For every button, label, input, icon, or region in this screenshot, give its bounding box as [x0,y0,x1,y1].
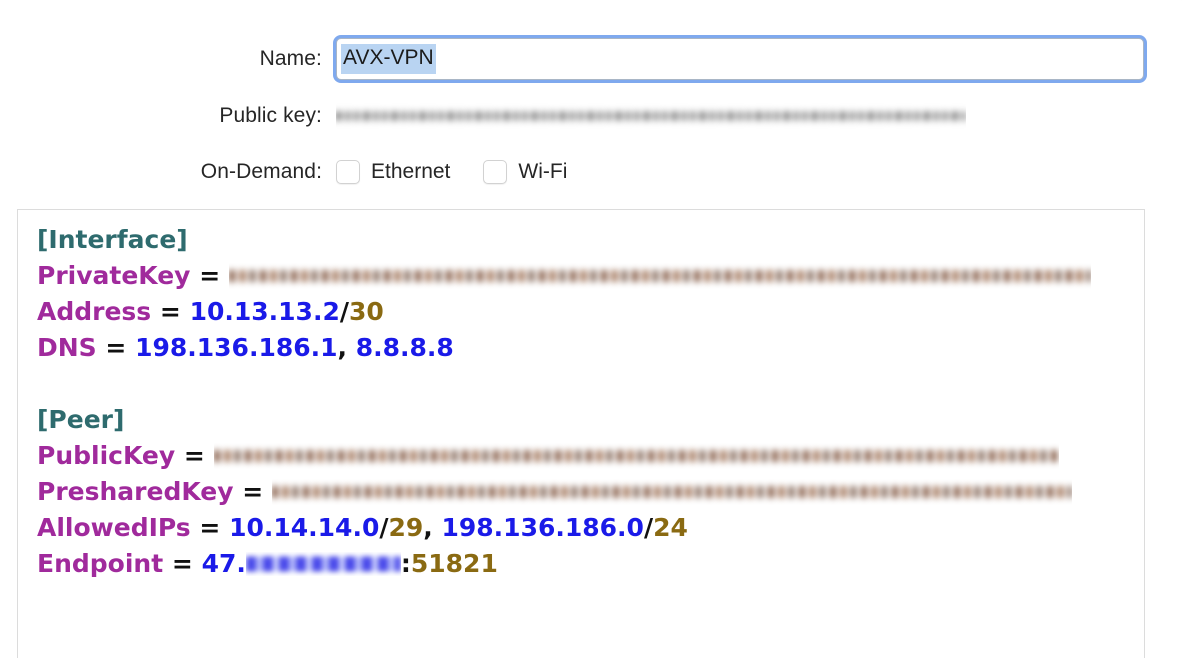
config-value-endpoint-host-prefix: 47. [201,549,246,578]
config-value-address-ip: 10.13.13.2 [189,297,340,326]
public-key-redacted-value [336,103,966,129]
config-value-address-prefix: 30 [348,297,384,326]
checkbox-unchecked-icon[interactable] [483,160,508,184]
config-value-allowedprefix-1: 29 [388,513,424,542]
config-key-address: Address [37,297,152,326]
equals-sign: = [199,261,221,290]
config-key-privatekey: PrivateKey [37,261,191,290]
vpn-config-screen: Name: AVX-VPN Public key: On-Demand: Eth… [0,0,1182,658]
config-value-dns-secondary: 8.8.8.8 [355,333,454,362]
equals-sign: = [171,549,193,578]
public-key-row: Public key: [0,98,966,134]
config-section-header: [Interface] [37,225,188,254]
equals-sign: = [199,513,221,542]
config-line-publickey: PublicKey = [37,438,1144,474]
name-input-value: AVX-VPN [341,44,436,74]
config-value-dns-primary: 198.136.186.1 [135,333,338,362]
config-key-presharedkey: PresharedKey [37,477,234,506]
config-value-allowedip-2: 198.136.186.0 [441,513,644,542]
slash: / [643,513,654,542]
preshared-key-redacted-value [271,479,1072,505]
equals-sign: = [183,441,205,470]
config-value-endpoint-port: 51821 [410,549,498,578]
equals-sign: = [105,333,127,362]
config-line-peer-section: [Peer] [37,402,1144,438]
public-key-label: Public key: [219,104,322,127]
redaction-blur [228,270,1091,282]
config-value-allowedip-1: 10.14.14.0 [229,513,380,542]
comma: , [423,513,433,542]
name-label: Name: [259,47,322,70]
redaction-blur [213,450,1059,462]
config-key-allowedips: AllowedIPs [37,513,191,542]
config-line-address: Address = 10.13.13.2 / 30 [37,294,1144,330]
equals-sign: = [159,297,181,326]
wireguard-config-panel[interactable]: [Interface] PrivateKey = Address = 10.13… [17,209,1145,658]
slash: / [379,513,389,542]
name-input[interactable]: AVX-VPN [336,38,1144,80]
name-row: Name: AVX-VPN [0,36,1144,82]
on-demand-options: Ethernet Wi-Fi [336,160,590,184]
config-line-endpoint: Endpoint = 47. : 51821 [37,546,1144,582]
on-demand-wifi-label: Wi-Fi [518,160,568,183]
redaction-blur [336,111,966,121]
config-line-allowedips: AllowedIPs = 10.14.14.0 / 29 , 198.136.1… [37,510,1144,546]
config-line-presharedkey: PresharedKey = [37,474,1144,510]
on-demand-ethernet-label: Ethernet [371,160,451,183]
redaction-blur [271,486,1072,498]
slash: / [339,297,349,326]
equals-sign: = [242,477,264,506]
config-key-dns: DNS [37,333,97,362]
config-blank-line [37,366,1144,402]
on-demand-row: On-Demand: Ethernet Wi-Fi [0,156,590,188]
private-key-redacted-value [228,263,1091,289]
on-demand-ethernet-option[interactable]: Ethernet [336,160,450,184]
colon: : [400,549,411,578]
config-section-header: [Peer] [37,405,125,434]
config-key-endpoint: Endpoint [37,549,164,578]
config-line-privatekey: PrivateKey = [37,258,1144,294]
peer-public-key-redacted-value [213,443,1059,469]
config-key-publickey: PublicKey [37,441,176,470]
on-demand-label: On-Demand: [200,160,322,183]
comma: , [337,333,348,362]
window-corner-artifact [1162,0,1182,16]
redaction-blur [245,556,401,572]
config-line-dns: DNS = 198.136.186.1 , 8.8.8.8 [37,330,1144,366]
checkbox-unchecked-icon[interactable] [336,160,360,184]
config-line-interface-section: [Interface] [37,222,1144,258]
config-value-allowedprefix-2: 24 [653,513,688,542]
endpoint-host-redacted-value [245,552,401,576]
on-demand-wifi-option[interactable]: Wi-Fi [483,160,567,184]
